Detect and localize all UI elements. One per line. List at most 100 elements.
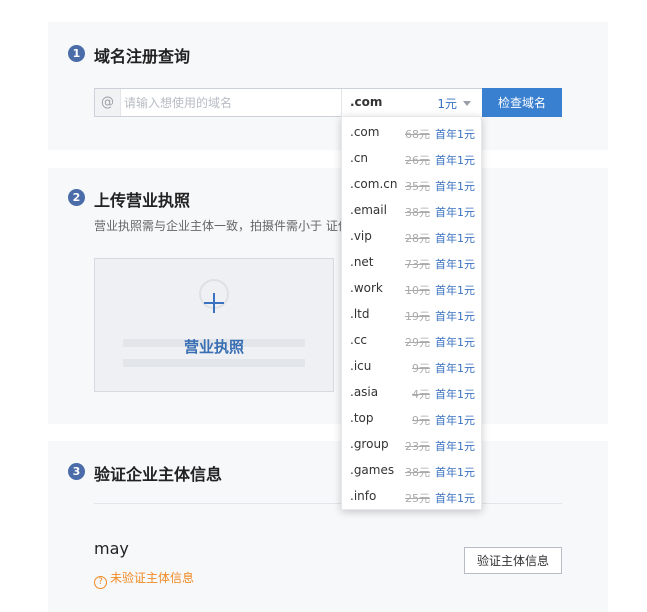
tld-option-name: .asia — [350, 385, 379, 399]
tld-option-name: .com — [350, 125, 380, 139]
tld-option-prices: 38元 首年1元 — [405, 464, 475, 480]
divider — [94, 503, 562, 504]
tld-option-name: .cn — [350, 151, 369, 165]
tld-promo-price: 首年1元 — [435, 154, 475, 167]
tld-old-price: 73元 — [405, 258, 430, 271]
verify-entity-title: 验证企业主体信息 — [94, 465, 223, 484]
tld-option-prices: 35元 首年1元 — [405, 178, 475, 194]
tld-option[interactable]: .work 10元 首年1元 — [342, 275, 481, 301]
company-name: may — [94, 539, 129, 558]
upload-license-panel: 2 上传营业执照 营业执照需与企业主体一致，拍摄件需小于 证件完整。 营业执照 — [48, 168, 608, 424]
upload-license-title: 上传营业执照 — [94, 191, 191, 210]
tld-old-price: 9元 — [412, 362, 430, 375]
tld-option[interactable]: .top 9元 首年1元 — [342, 405, 481, 431]
tld-old-price: 35元 — [405, 180, 430, 193]
tld-promo-price: 首年1元 — [435, 492, 475, 505]
tld-option-name: .email — [350, 203, 387, 217]
verify-entity-panel: 3 验证企业主体信息 may ? 未验证主体信息 验证主体信息 — [48, 441, 608, 612]
tld-option-prices: 9元 首年1元 — [412, 360, 475, 376]
verify-entity-button[interactable]: 验证主体信息 — [464, 547, 562, 574]
domain-input[interactable] — [124, 89, 338, 116]
tld-promo-price: 首年1元 — [435, 440, 475, 453]
tld-promo-price: 首年1元 — [435, 466, 475, 479]
tld-option[interactable]: .games 38元 首年1元 — [342, 457, 481, 483]
domain-search-title: 域名注册查询 — [94, 47, 191, 66]
tld-option-name: .cc — [350, 333, 368, 347]
tld-option-name: .icu — [350, 359, 372, 373]
tld-option-prices: 38元 首年1元 — [405, 204, 475, 220]
tld-option-name: .vip — [350, 229, 372, 243]
tld-option-name: .info — [350, 489, 377, 503]
tld-old-price: 26元 — [405, 154, 430, 167]
tld-old-price: 4元 — [412, 388, 430, 401]
tld-old-price: 19元 — [405, 310, 430, 323]
tld-option-name: .net — [350, 255, 374, 269]
license-upload-card[interactable]: 营业执照 — [94, 258, 334, 392]
at-icon: @ — [95, 89, 121, 116]
plus-icon — [204, 293, 224, 313]
tld-old-price: 29元 — [405, 336, 430, 349]
tld-promo-price: 首年1元 — [435, 232, 475, 245]
tld-option-name: .group — [350, 437, 389, 451]
tld-option-prices: 73元 首年1元 — [405, 256, 475, 272]
tld-option-prices: 4元 首年1元 — [412, 386, 475, 402]
verification-status: ? 未验证主体信息 — [94, 569, 194, 589]
tld-old-price: 10元 — [405, 284, 430, 297]
domain-search-box: @ .com 1元 — [94, 88, 483, 117]
tld-option[interactable]: .cc 29元 首年1元 — [342, 327, 481, 353]
tld-old-price: 38元 — [405, 206, 430, 219]
step-1-badge: 1 — [68, 45, 85, 62]
tld-promo-price: 首年1元 — [435, 336, 475, 349]
tld-old-price: 23元 — [405, 440, 430, 453]
tld-option-prices: 26元 首年1元 — [405, 152, 475, 168]
status-text: 未验证主体信息 — [110, 571, 195, 585]
tld-selected-value: .com — [350, 95, 383, 109]
tld-option[interactable]: .icu 9元 首年1元 — [342, 353, 481, 379]
tld-option[interactable]: .vip 28元 首年1元 — [342, 223, 481, 249]
tld-promo-price: 首年1元 — [435, 414, 475, 427]
tld-option-prices: 29元 首年1元 — [405, 334, 475, 350]
tld-option-prices: 9元 首年1元 — [412, 412, 475, 428]
check-domain-button[interactable]: 检查域名 — [482, 88, 562, 117]
tld-option[interactable]: .ltd 19元 首年1元 — [342, 301, 481, 327]
tld-promo-price: 首年1元 — [435, 362, 475, 375]
tld-option[interactable]: .email 38元 首年1元 — [342, 197, 481, 223]
tld-option-name: .top — [350, 411, 374, 425]
tld-old-price: 25元 — [405, 492, 430, 505]
tld-promo-price: 首年1元 — [435, 310, 475, 323]
placeholder-line — [123, 359, 305, 367]
tld-option[interactable]: .com 68元 首年1元 — [342, 119, 481, 145]
tld-option-prices: 25元 首年1元 — [405, 490, 475, 506]
step-2-badge: 2 — [68, 189, 85, 206]
tld-promo-price: 首年1元 — [435, 388, 475, 401]
tld-old-price: 28元 — [405, 232, 430, 245]
tld-option[interactable]: .asia 4元 首年1元 — [342, 379, 481, 405]
domain-search-panel: 1 域名注册查询 @ .com 1元 检查域名 — [48, 22, 608, 150]
tld-option-name: .com.cn — [350, 177, 398, 191]
upload-label: 营业执照 — [183, 338, 244, 356]
tld-old-price: 68元 — [405, 128, 430, 141]
tld-promo-price: 首年1元 — [435, 128, 475, 141]
tld-promo-price: 首年1元 — [435, 206, 475, 219]
tld-option[interactable]: .cn 26元 首年1元 — [342, 145, 481, 171]
tld-option-name: .games — [350, 463, 395, 477]
tld-option-name: .ltd — [350, 307, 370, 321]
tld-option-name: .work — [350, 281, 383, 295]
tld-select[interactable]: .com 1元 — [341, 89, 483, 116]
step-3-badge: 3 — [68, 463, 85, 480]
chevron-down-icon — [463, 101, 471, 106]
question-circle-icon: ? — [94, 576, 107, 589]
tld-option-prices: 19元 首年1元 — [405, 308, 475, 324]
tld-option[interactable]: .com.cn 35元 首年1元 — [342, 171, 481, 197]
tld-option-prices: 10元 首年1元 — [405, 282, 475, 298]
tld-old-price: 9元 — [412, 414, 430, 427]
tld-option-prices: 28元 首年1元 — [405, 230, 475, 246]
tld-option[interactable]: .net 73元 首年1元 — [342, 249, 481, 275]
tld-promo-price: 首年1元 — [435, 180, 475, 193]
tld-dropdown-menu: .com 68元 首年1元 .cn 26元 首年1元 .com.cn 35元 首年1元 .emai… — [341, 116, 482, 510]
tld-promo-price: 首年1元 — [435, 258, 475, 271]
tld-selected-price: 1元 — [437, 97, 457, 111]
tld-option-prices: 23元 首年1元 — [405, 438, 475, 454]
tld-option[interactable]: .info 25元 首年1元 — [342, 483, 481, 509]
tld-option[interactable]: .group 23元 首年1元 — [342, 431, 481, 457]
